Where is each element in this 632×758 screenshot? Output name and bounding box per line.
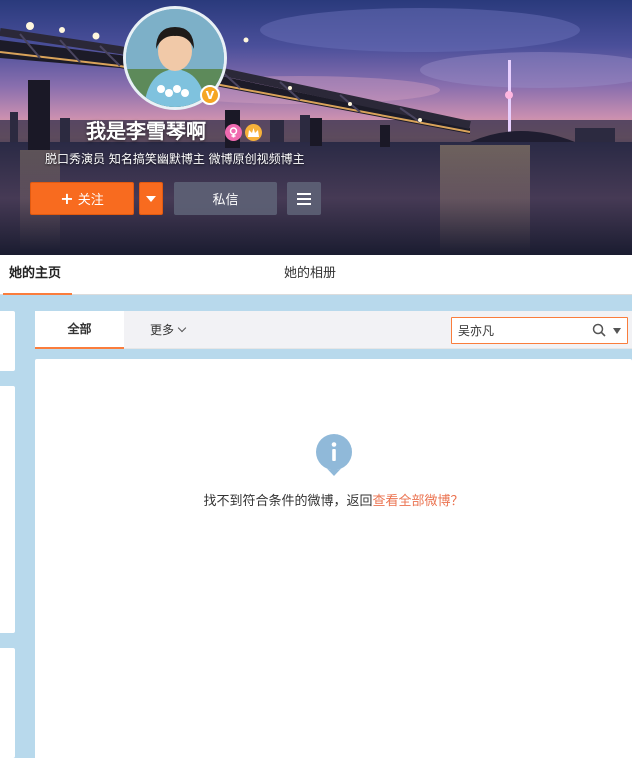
- feed-search-input[interactable]: [458, 321, 586, 340]
- empty-result-message: 找不到符合条件的微博，返回查看全部微博？: [35, 490, 632, 509]
- sidebar-card: [0, 648, 15, 758]
- follow-button[interactable]: + 关注: [30, 182, 134, 215]
- menu-icon: [297, 192, 311, 195]
- profile-name: 我是李雪琴啊: [86, 119, 206, 143]
- verified-badge-icon: V: [200, 85, 220, 105]
- profile-tabs: 她的主页 她的相册: [0, 255, 632, 295]
- female-gender-icon: [225, 124, 242, 141]
- follow-label: 关注: [77, 193, 104, 208]
- caret-down-icon: [146, 195, 156, 202]
- feed-search-box: [451, 317, 628, 344]
- more-menu-button[interactable]: [287, 182, 321, 215]
- sidebar-card: [0, 311, 15, 371]
- feed-empty-card: 找不到符合条件的微博，返回查看全部微博？: [35, 359, 632, 758]
- view-all-posts-link[interactable]: 查看全部微博？: [373, 494, 464, 509]
- follow-options-button[interactable]: [139, 182, 163, 215]
- tab-home[interactable]: 她的主页: [3, 255, 72, 295]
- search-icon[interactable]: [592, 323, 606, 337]
- plus-icon: +: [60, 189, 74, 208]
- chevron-down-icon: [177, 323, 187, 333]
- profile-bio: 脱口秀演员 知名搞笑幽默博主 微博原创视频博主: [45, 152, 305, 166]
- filter-all-tab[interactable]: 全部: [35, 311, 124, 349]
- sidebar-card: [0, 386, 15, 633]
- filter-more-label: 更多: [150, 323, 175, 337]
- message-button[interactable]: 私信: [174, 182, 277, 215]
- tab-album[interactable]: 她的相册: [284, 255, 336, 295]
- member-level-icon[interactable]: [245, 124, 262, 141]
- filter-more-dropdown[interactable]: 更多: [150, 311, 187, 349]
- profile-cover: V 我是李雪琴啊 脱口秀演员 知名搞笑幽默博主 微博原创视频博主 + 关注 私信: [0, 0, 632, 255]
- info-icon: [316, 434, 352, 476]
- feed-filter-bar: 全部 更多: [35, 311, 632, 349]
- search-options-caret-icon[interactable]: [613, 328, 621, 334]
- empty-message-text: 找不到符合条件的微博，返回: [203, 494, 373, 509]
